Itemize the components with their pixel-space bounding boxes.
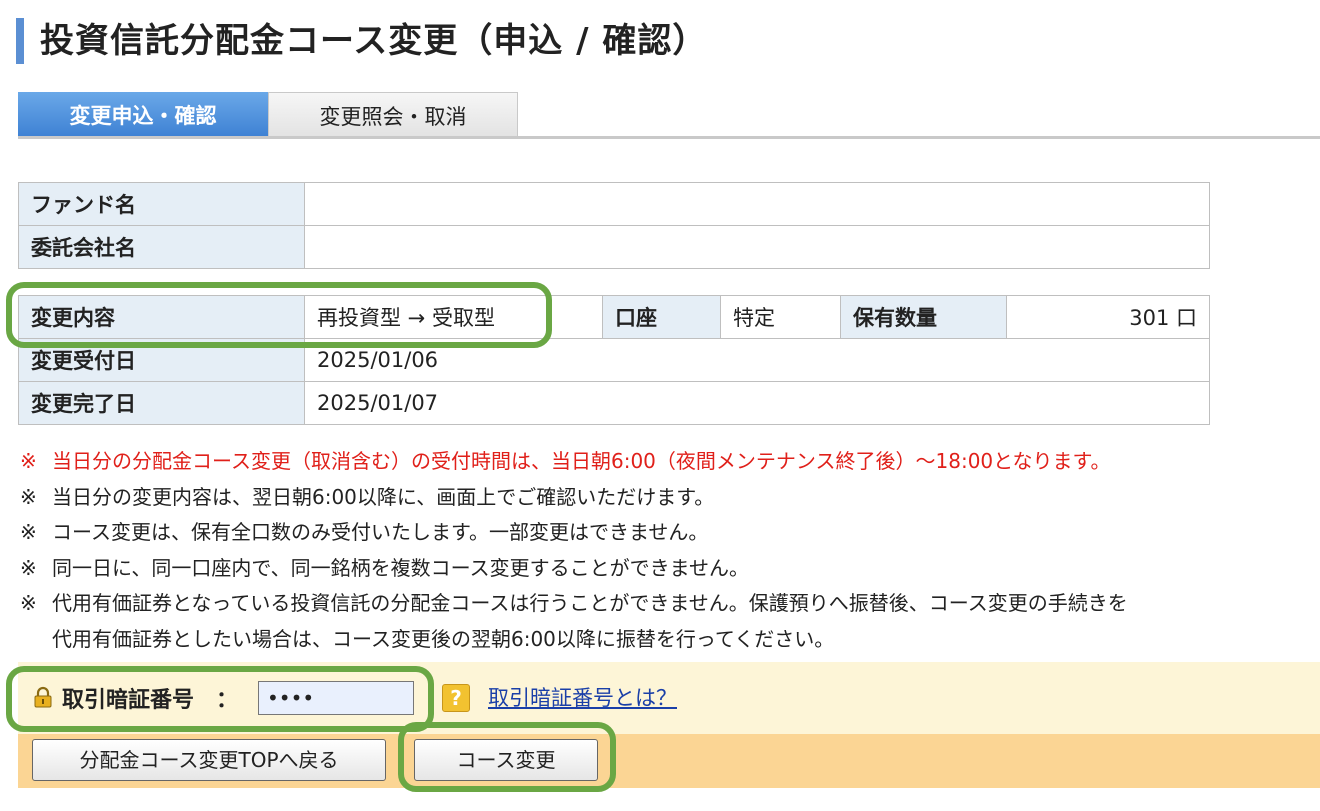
account-value: 特定 bbox=[720, 295, 841, 339]
note-mark: ※ bbox=[20, 484, 37, 509]
change-content-label: 変更内容 bbox=[18, 295, 305, 339]
note-text: 当日分の変更内容は、翌日朝6:00以降に、画面上でご確認いただけます。 bbox=[52, 484, 715, 509]
complete-date-label: 変更完了日 bbox=[18, 381, 305, 425]
holding-quantity-value: 301 口 bbox=[1006, 295, 1210, 339]
page-title: 投資信託分配金コース変更（申込 / 確認） bbox=[40, 21, 708, 61]
note-mark: ※ bbox=[20, 449, 37, 473]
note-continuation: 代用有価証券としたい場合は、コース変更後の翌朝6:00以降に振替を行ってください… bbox=[52, 626, 835, 651]
trade-password-label: 取引暗証番号 ： bbox=[62, 688, 239, 713]
complete-date-value: 2025/01/07 bbox=[304, 381, 1210, 425]
note-mark: ※ bbox=[20, 591, 37, 615]
table-row: 委託会社名 bbox=[18, 225, 1210, 269]
table-row: ファンド名 bbox=[18, 182, 1210, 226]
tab-change-apply-confirm[interactable]: 変更申込・確認 bbox=[18, 92, 268, 136]
fund-name-label: ファンド名 bbox=[18, 182, 305, 226]
table-row: 変更内容 再投資型 → 受取型 口座 特定 保有数量 301 口 bbox=[18, 295, 1210, 339]
note-text: コース変更は、保有全口数のみ受付いたします。一部変更はできません。 bbox=[52, 520, 709, 544]
accept-date-value: 2025/01/06 bbox=[304, 338, 1210, 382]
holding-quantity-label: 保有数量 bbox=[840, 295, 1007, 339]
note-item: ※ 当日分の変更内容は、翌日朝6:00以降に、画面上でご確認いただけます。 bbox=[20, 480, 1320, 516]
company-name-value bbox=[304, 225, 1210, 269]
note-text: 代用有価証券となっている投資信託の分配金コースは行うことができません。保護預りへ… bbox=[52, 591, 1128, 615]
course-change-button[interactable]: コース変更 bbox=[414, 739, 598, 781]
note-item: ※ 代用有価証券となっている投資信託の分配金コースは行うことができません。保護預… bbox=[20, 586, 1320, 622]
note-item: ※ 同一日に、同一口座内で、同一銘柄を複数コース変更することができません。 bbox=[20, 551, 1320, 587]
trade-password-row: 取引暗証番号 ： •••• ? 取引暗証番号とは？ bbox=[18, 662, 1320, 734]
note-item: ※ コース変更は、保有全口数のみ受付いたします。一部変更はできません。 bbox=[20, 515, 1320, 551]
tab-bar: 変更申込・確認 変更照会・取消 bbox=[18, 92, 1320, 139]
accept-date-label: 変更受付日 bbox=[18, 338, 305, 382]
account-label: 口座 bbox=[602, 295, 721, 339]
note-text: 同一日に、同一口座内で、同一銘柄を複数コース変更することができません。 bbox=[52, 555, 749, 580]
note-mark: ※ bbox=[20, 520, 37, 544]
table-row: 変更受付日 2025/01/06 bbox=[18, 338, 1210, 382]
trade-password-help-link[interactable]: 取引暗証番号とは？ bbox=[488, 682, 677, 712]
notes-section: ※ 当日分の分配金コース変更（取消含む）の受付時間は、当日朝6:00（夜間メンテ… bbox=[20, 444, 1320, 657]
title-accent-bar bbox=[16, 18, 24, 64]
tab-change-inquiry-cancel[interactable]: 変更照会・取消 bbox=[268, 92, 518, 136]
help-icon[interactable]: ? bbox=[442, 684, 470, 712]
change-content-value: 再投資型 → 受取型 bbox=[304, 295, 603, 339]
note-mark: ※ bbox=[20, 555, 37, 580]
table-row: 変更完了日 2025/01/07 bbox=[18, 381, 1210, 425]
note-item: ※ 当日分の分配金コース変更（取消含む）の受付時間は、当日朝6:00（夜間メンテ… bbox=[20, 444, 1320, 480]
fund-name-value bbox=[304, 182, 1210, 226]
trade-password-input[interactable]: •••• bbox=[258, 681, 414, 715]
back-to-top-button[interactable]: 分配金コース変更TOPへ戻る bbox=[32, 739, 386, 781]
company-name-label: 委託会社名 bbox=[18, 225, 305, 269]
change-info-table: 変更内容 再投資型 → 受取型 口座 特定 保有数量 301 口 変更受付日 2… bbox=[18, 295, 1210, 425]
note-text: 当日分の分配金コース変更（取消含む）の受付時間は、当日朝6:00（夜間メンテナン… bbox=[52, 449, 1111, 473]
button-row: 分配金コース変更TOPへ戻る コース変更 bbox=[18, 734, 1320, 788]
lock-icon bbox=[34, 686, 52, 708]
fund-info-table: ファンド名 委託会社名 bbox=[18, 182, 1210, 269]
page: 投資信託分配金コース変更（申込 / 確認） 変更申込・確認 変更照会・取消 ファ… bbox=[0, 0, 1320, 811]
